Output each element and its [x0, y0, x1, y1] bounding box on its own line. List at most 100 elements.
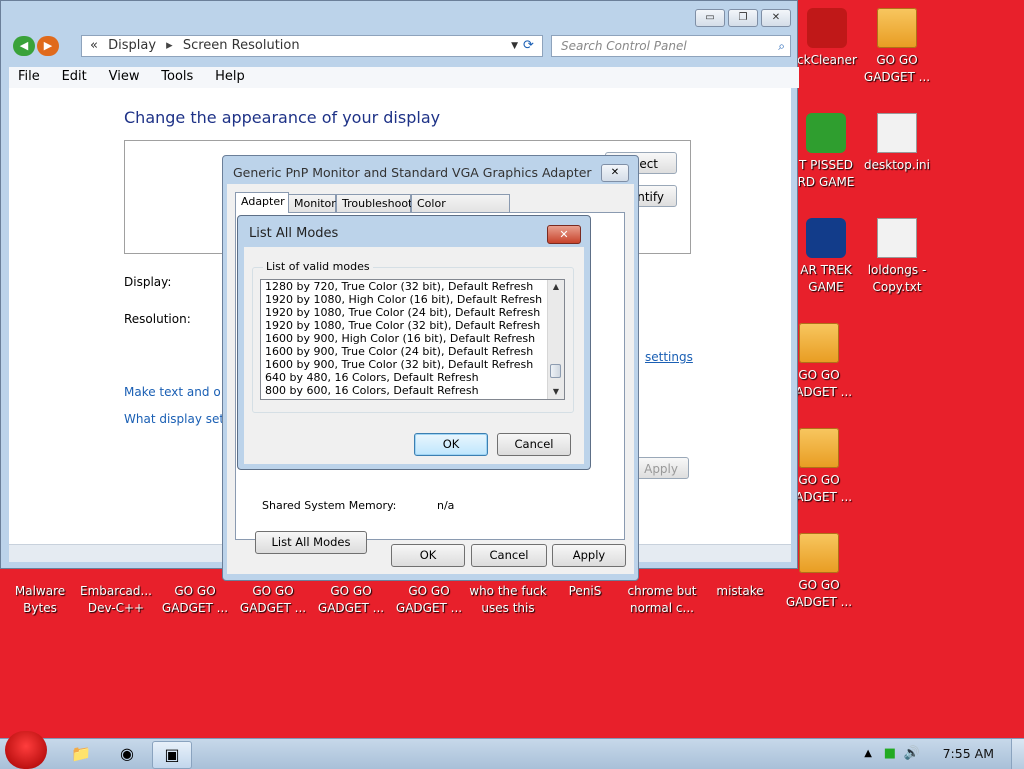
desktop-icon-penis[interactable]: PeniS: [545, 583, 625, 600]
desktop-icon-label: ckCleaner: [797, 53, 857, 67]
desktop-icon-label: desktop.ini: [864, 158, 930, 172]
shared-memory-label: Shared System Memory:: [262, 499, 397, 512]
list-item[interactable]: 1600 by 900, True Color (24 bit), Defaul…: [261, 345, 564, 358]
page-title: Change the appearance of your display: [124, 108, 441, 127]
search-icon[interactable]: ⌕: [778, 36, 785, 56]
breadcrumb-screen-resolution[interactable]: Screen Resolution: [183, 38, 300, 53]
desktop-icon-label: GADGET ...: [239, 601, 307, 615]
close-button[interactable]: ✕: [547, 225, 581, 244]
cancel-button[interactable]: Cancel: [497, 433, 571, 456]
address-dropdown-icon[interactable]: ▼: [511, 36, 518, 56]
desktop-icon-devcpp[interactable]: Embarcad... Dev-C++: [76, 583, 156, 617]
clock[interactable]: 7:55 AM: [943, 746, 994, 761]
star-wars-icon: [806, 218, 846, 258]
show-desktop-button[interactable]: [1011, 739, 1024, 769]
desktop-icon-mistake[interactable]: mistake: [700, 583, 780, 600]
explorer-icon[interactable]: 📁: [62, 741, 100, 767]
list-item[interactable]: 1920 by 1080, High Color (16 bit), Defau…: [261, 293, 564, 306]
desktop-icon-label: GO GO: [876, 53, 918, 67]
network-icon[interactable]: ■: [884, 739, 896, 769]
desktop-icon-label: GADGET ...: [161, 601, 229, 615]
search-input[interactable]: Search Control Panel ⌕: [551, 35, 791, 57]
ok-button[interactable]: OK: [391, 544, 465, 567]
scroll-down-icon[interactable]: ▼: [548, 385, 564, 399]
display-label: Display:: [124, 275, 172, 289]
tab-color-management[interactable]: Color Management: [411, 194, 510, 228]
maximize-button[interactable]: ❐: [728, 9, 758, 27]
desktop-icon-label: mistake: [716, 584, 764, 598]
list-item[interactable]: 1920 by 1080, True Color (32 bit), Defau…: [261, 319, 564, 332]
ok-button[interactable]: OK: [414, 433, 488, 456]
desktop-icon-folder[interactable]: GO GO GADGET ...: [857, 8, 937, 86]
advanced-settings-link[interactable]: settings: [645, 350, 693, 364]
group-label: List of valid modes: [263, 260, 373, 273]
desktop-icon-label: AR TREK: [800, 263, 852, 277]
apply-button[interactable]: Apply: [552, 544, 626, 567]
cancel-button[interactable]: Cancel: [471, 544, 547, 567]
list-all-modes-button[interactable]: List All Modes: [255, 531, 367, 554]
desktop-icon-label: GADGET ...: [785, 595, 853, 609]
apply-button[interactable]: Apply: [633, 457, 689, 479]
desktop-icon-who-uses-this[interactable]: who the fuck uses this: [466, 583, 550, 617]
desktop-icon-label: GAME: [808, 280, 844, 294]
bad-piggies-icon: [806, 113, 846, 153]
desktop-icon-folder[interactable]: GO GO GADGET ...: [389, 583, 469, 617]
refresh-icon[interactable]: ⟳: [523, 38, 539, 54]
desktop-icon-ccleaner[interactable]: ckCleaner: [792, 8, 862, 69]
menu-edit[interactable]: Edit: [53, 67, 96, 86]
list-item[interactable]: 800 by 600, 16 Colors, Default Refresh: [261, 384, 564, 397]
tab-monitor[interactable]: Monitor: [288, 194, 336, 212]
desktop-icon-label: GO GO: [798, 578, 840, 592]
display-settings-link[interactable]: What display set: [124, 412, 224, 426]
tab-troubleshoot[interactable]: Troubleshoot: [336, 194, 412, 212]
menu-bar: File Edit View Tools Help: [9, 67, 799, 88]
control-panel-icon[interactable]: ▣: [152, 741, 192, 769]
address-bar[interactable]: « Display ▸ Screen Resolution ▼ ⟳: [81, 35, 543, 57]
list-item[interactable]: 1600 by 900, High Color (16 bit), Defaul…: [261, 332, 564, 345]
list-item[interactable]: 1280 by 720, True Color (32 bit), Defaul…: [261, 280, 564, 293]
breadcrumb-separator: ▸: [166, 38, 173, 53]
breadcrumb-display[interactable]: Display: [108, 38, 156, 53]
list-item[interactable]: 1920 by 1080, True Color (24 bit), Defau…: [261, 306, 564, 319]
desktop-icon-label: PeniS: [568, 584, 602, 598]
text-size-link[interactable]: Make text and o: [124, 385, 221, 399]
menu-file[interactable]: File: [9, 67, 49, 86]
minimize-button[interactable]: ▭: [695, 9, 725, 27]
scrollbar-thumb[interactable]: [550, 364, 561, 378]
back-button[interactable]: ◀: [13, 36, 35, 56]
desktop-icon-loldongs[interactable]: loldongs - Copy.txt: [857, 218, 937, 296]
dialog-title: Generic PnP Monitor and Standard VGA Gra…: [233, 165, 593, 180]
desktop-icon-label: who the fuck: [469, 584, 547, 598]
desktop-icon-chrome[interactable]: chrome but normal c...: [622, 583, 702, 617]
tab-adapter[interactable]: Adapter: [235, 192, 289, 213]
tray-expand-icon[interactable]: ▲: [864, 739, 872, 769]
desktop-icon-desktop-ini[interactable]: desktop.ini: [857, 113, 937, 174]
search-placeholder: Search Control Panel: [561, 39, 687, 53]
desktop-icon-label: Copy.txt: [872, 280, 922, 294]
desktop-icon-folder[interactable]: GO GO GADGET ...: [155, 583, 235, 617]
scroll-up-icon[interactable]: ▲: [548, 280, 564, 294]
desktop-icon-folder[interactable]: GO GO GADGET ...: [311, 583, 391, 617]
desktop-icon-star-wars[interactable]: AR TREK GAME: [786, 218, 866, 296]
desktop-icon-bad-piggies[interactable]: T PISSED RD GAME: [786, 113, 866, 191]
dialog-body: List of valid modes 1280 by 720, True Co…: [244, 247, 584, 464]
breadcrumb-root-chevron[interactable]: «: [90, 38, 98, 53]
close-button[interactable]: ✕: [601, 164, 629, 182]
menu-tools[interactable]: Tools: [152, 67, 202, 86]
desktop-icon-label: loldongs -: [867, 263, 927, 277]
menu-help[interactable]: Help: [206, 67, 254, 86]
modes-listbox[interactable]: 1280 by 720, True Color (32 bit), Defaul…: [260, 279, 565, 400]
list-item[interactable]: 640 by 480, 16 Colors, Default Refresh: [261, 371, 564, 384]
folder-icon: [799, 428, 839, 468]
menu-view[interactable]: View: [100, 67, 149, 86]
chrome-icon[interactable]: ◉: [108, 741, 146, 767]
forward-button[interactable]: ▶: [37, 36, 59, 56]
close-button[interactable]: ✕: [761, 9, 791, 27]
folder-icon: [799, 533, 839, 573]
desktop-icon-folder[interactable]: GO GO GADGET ...: [233, 583, 313, 617]
vertical-scrollbar[interactable]: ▲ ▼: [547, 280, 564, 399]
list-item[interactable]: 1600 by 900, True Color (32 bit), Defaul…: [261, 358, 564, 371]
desktop-icon-malwarebytes[interactable]: Malware Bytes: [0, 583, 80, 617]
start-button[interactable]: [5, 731, 47, 769]
volume-icon[interactable]: 🔊: [904, 739, 920, 769]
